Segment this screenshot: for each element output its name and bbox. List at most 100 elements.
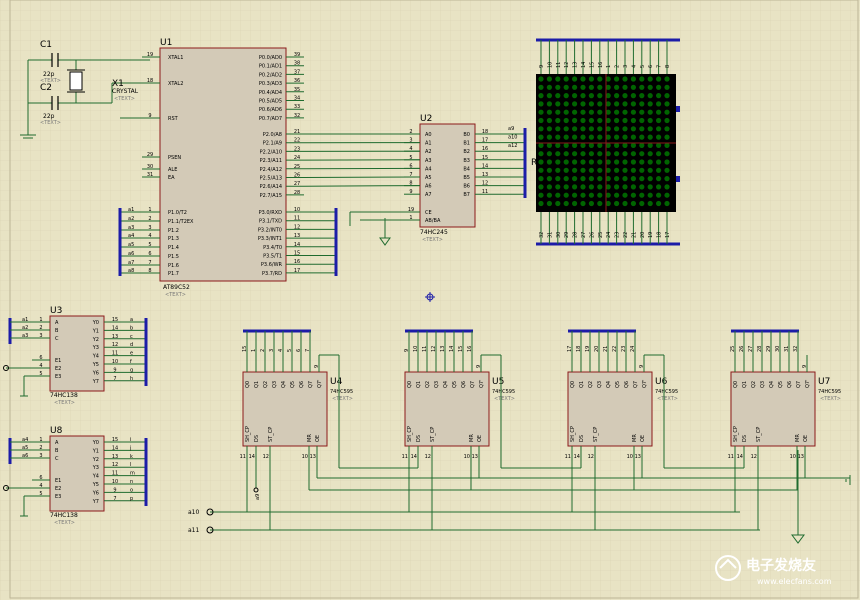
- u1-pin-number: 32: [294, 113, 300, 119]
- matrix-led: [563, 109, 569, 115]
- matrix-led: [664, 101, 670, 107]
- u8-part: 74HC138: [50, 512, 78, 519]
- matrix-bottom-pin-number: 18: [657, 232, 663, 238]
- matrix-led: [588, 167, 595, 173]
- matrix-bottom-pin-number: 30: [556, 232, 562, 238]
- u1-pin-name: P0.6/AD6: [259, 107, 282, 113]
- led-matrix[interactable]: 9 10 11 12 13 14 15 16 1 2 3 4 5 6 7 832 31 30 29 28 27 26 25 2…: [536, 38, 680, 246]
- matrix-top-pin-number: 4: [631, 65, 637, 68]
- u1-pin-name: P2.3/A11: [260, 158, 282, 164]
- u1-pin-name: RST: [168, 116, 179, 122]
- matrix-led: [580, 117, 586, 124]
- decoder-pin-name: Y4: [92, 354, 99, 360]
- u1-pin-number: 17: [294, 268, 300, 274]
- decoder-pin-number: 7: [113, 376, 116, 382]
- matrix-side-marker: [676, 176, 680, 182]
- matrix-led: [555, 192, 561, 198]
- u1-pin-name: P2.2/A10: [260, 149, 282, 155]
- u1-pin-number: 34: [294, 96, 300, 102]
- decoder-pin-number: 13: [112, 454, 118, 460]
- matrix-led: [622, 117, 628, 124]
- decoder-pin-number: 10: [112, 479, 118, 485]
- shift-register-text: <TEXT>: [820, 396, 841, 402]
- matrix-led: [580, 84, 586, 90]
- u1-pin-number: 11: [294, 216, 300, 222]
- matrix-led: [588, 117, 595, 124]
- shift-register-bottom-pin-number: 14: [411, 454, 417, 460]
- u3-part: 74HC138: [50, 392, 78, 399]
- u2-pin-name: A0: [425, 132, 432, 138]
- matrix-led: [538, 200, 544, 207]
- decoder-pin-name: Y3: [92, 345, 99, 351]
- matrix-led: [656, 93, 662, 99]
- shift-register-out-name: Q1: [254, 381, 260, 388]
- decoder-pin-number: 2: [39, 325, 42, 331]
- matrix-led: [614, 176, 620, 182]
- matrix-led: [597, 192, 603, 198]
- matrix-led: [546, 76, 553, 82]
- u1-pin-name: P2.5/A13: [260, 176, 282, 182]
- matrix-led: [656, 101, 662, 107]
- shift-register-bottom-pin-number: 11: [565, 454, 571, 460]
- decoder-pin-name: B: [55, 448, 59, 454]
- matrix-led: [656, 184, 662, 190]
- decoder-input-net: a6: [22, 453, 28, 459]
- shift-register-out-name: Q7: [308, 381, 314, 388]
- matrix-led: [538, 167, 544, 173]
- shift-register-text: <TEXT>: [657, 396, 678, 402]
- matrix-led: [639, 200, 645, 207]
- shift-register-top-pin-number: 32: [793, 346, 799, 352]
- u8-ref: U8: [50, 426, 63, 436]
- matrix-led: [647, 134, 653, 140]
- matrix-led: [622, 192, 628, 198]
- matrix-led: [639, 93, 645, 99]
- shift-register-out-name: Q0: [245, 381, 251, 388]
- matrix-led: [664, 176, 670, 182]
- u2-pin-number: 11: [482, 189, 488, 195]
- shift-register-out-name: Q0: [733, 381, 739, 388]
- decoder-out-net: a: [130, 317, 133, 323]
- shift-register-out-name: Q5: [452, 381, 458, 388]
- matrix-led: [614, 151, 620, 157]
- matrix-led: [580, 142, 586, 148]
- watermark-url: www.elecfans.com: [757, 577, 832, 586]
- u2-pin-name: A7: [425, 192, 432, 198]
- matrix-led: [664, 151, 670, 157]
- c2-ref: C2: [40, 83, 52, 93]
- decoder-pin-number: 4: [39, 363, 42, 369]
- u2-pin-name: A5: [425, 175, 432, 181]
- matrix-led: [630, 151, 637, 157]
- shift-register-top-pin-number: 14: [449, 346, 455, 352]
- u2-pin-name: A6: [425, 184, 432, 190]
- matrix-led: [630, 109, 637, 115]
- matrix-led: [614, 200, 620, 207]
- crystal-x1[interactable]: [67, 69, 85, 93]
- u1-pin-name: P1.7: [168, 271, 179, 277]
- u1-pin-number: 12: [294, 224, 300, 230]
- u1-pin-name: P0.2/AD2: [259, 72, 282, 78]
- matrix-led: [656, 151, 662, 157]
- shift-register-top-pin-number: 3: [269, 349, 275, 352]
- matrix-led: [597, 101, 603, 107]
- decoder-out-net: m: [130, 471, 135, 477]
- matrix-led: [588, 184, 595, 190]
- matrix-led: [614, 93, 620, 99]
- matrix-side-marker: [676, 106, 680, 112]
- shift-register-top-pin-number: 4: [278, 349, 284, 352]
- matrix-led: [546, 84, 553, 90]
- matrix-led: [639, 192, 645, 198]
- shift-register-bottom-pin-number: 10: [302, 454, 308, 460]
- matrix-led: [588, 101, 595, 107]
- shift-register-top-pin-number: 31: [784, 346, 790, 352]
- shift-register-out-name: Q4: [769, 381, 775, 388]
- shift-register-bottom-pin-number: 12: [263, 454, 269, 460]
- matrix-led: [563, 167, 569, 173]
- u2-pin-name: A4: [425, 166, 432, 172]
- matrix-led: [580, 192, 586, 198]
- matrix-led: [555, 101, 561, 107]
- matrix-led: [614, 184, 620, 190]
- decoder-pin-name: Y7: [92, 379, 99, 385]
- matrix-led: [639, 142, 645, 148]
- matrix-led: [614, 167, 620, 173]
- shift-register-out-name: Q6: [461, 381, 467, 388]
